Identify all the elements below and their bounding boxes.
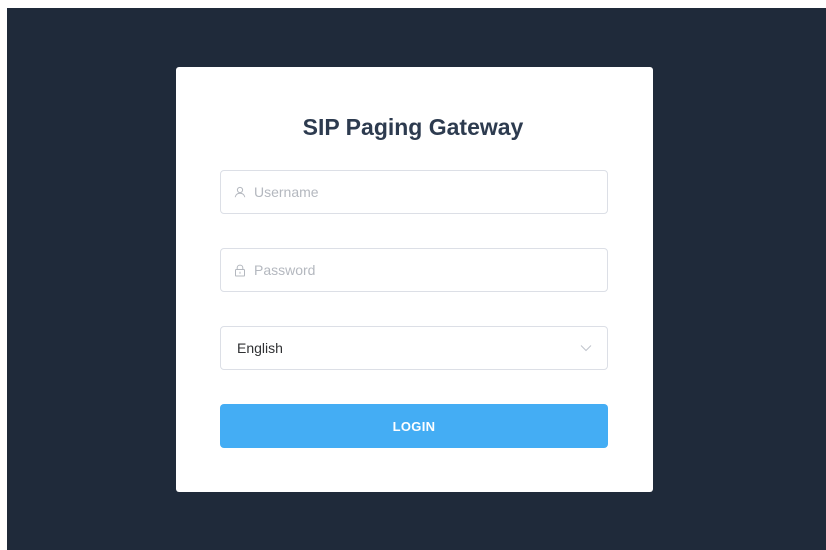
- login-button[interactable]: LOGIN: [220, 404, 608, 448]
- language-select[interactable]: English: [220, 326, 608, 370]
- username-input[interactable]: [254, 172, 574, 212]
- page-title: SIP Paging Gateway: [302, 114, 524, 140]
- lock-icon: [233, 263, 247, 277]
- language-select-value: English: [237, 340, 283, 356]
- user-icon: [233, 185, 247, 199]
- chevron-down-icon[interactable]: [579, 341, 593, 355]
- username-field[interactable]: [220, 170, 608, 214]
- password-field[interactable]: [220, 248, 608, 292]
- password-input[interactable]: [254, 250, 574, 290]
